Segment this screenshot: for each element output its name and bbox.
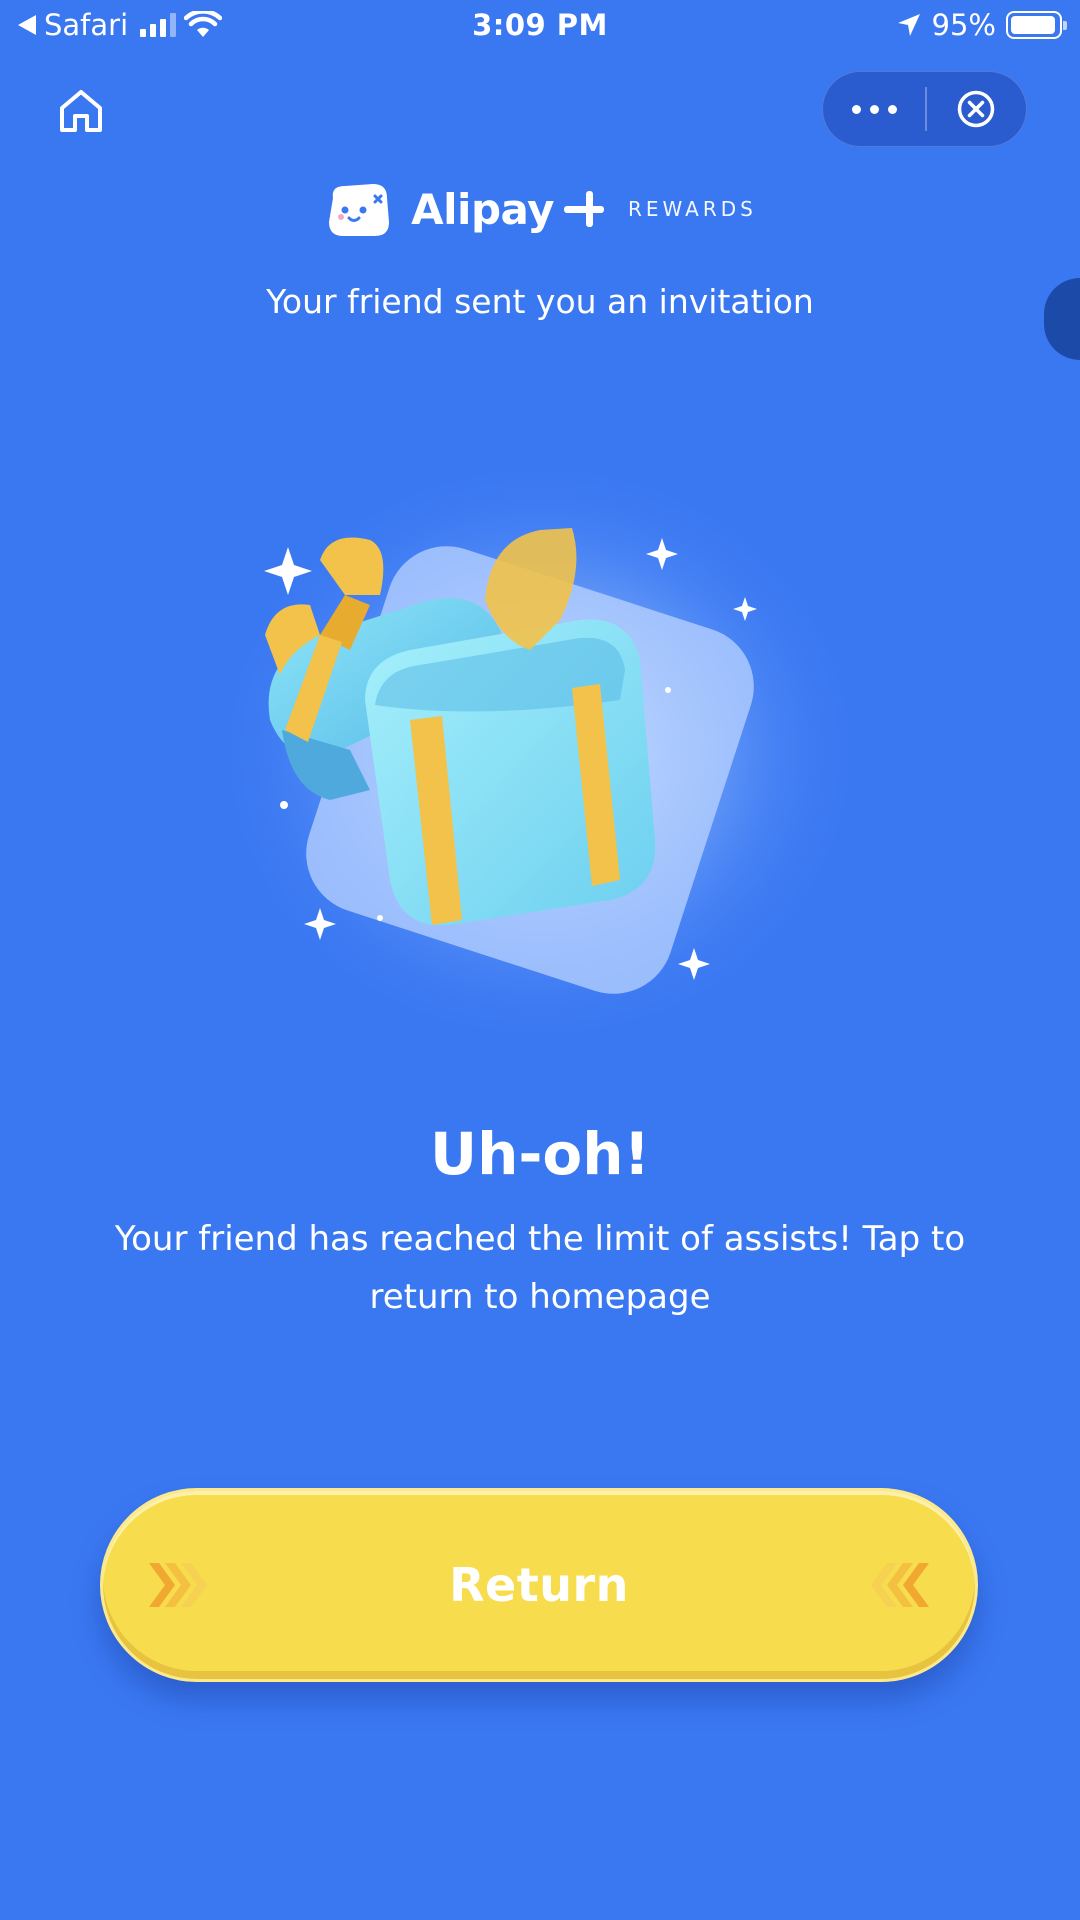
invitation-subtitle: Your friend sent you an invitation — [266, 282, 814, 321]
battery-percent: 95% — [931, 8, 996, 42]
home-icon — [60, 90, 102, 132]
battery-level — [1011, 16, 1055, 34]
brand-tagline: REWARDS — [627, 197, 757, 221]
gift-illustration — [180, 420, 900, 1040]
brand-name: Alipay — [411, 184, 554, 234]
home-button[interactable] — [56, 86, 106, 136]
close-circle-icon — [958, 90, 995, 128]
mini-program-capsule — [822, 71, 1027, 147]
location-arrow-icon — [897, 14, 920, 36]
close-button[interactable] — [927, 72, 1027, 146]
open-gift-box-icon — [210, 440, 870, 1040]
result-title: Uh-oh! — [429, 1120, 651, 1188]
more-button[interactable] — [823, 72, 925, 146]
brand-logo: Alipay REWARDS — [0, 178, 1080, 240]
more-dots-icon — [851, 104, 897, 114]
status-right: 95% — [896, 8, 1067, 42]
result-message: Your friend has reached the limit of ass… — [114, 1219, 966, 1317]
plus-logo-icon — [563, 189, 604, 229]
chevrons-right-icon — [149, 1563, 207, 1607]
return-button[interactable]: Return — [100, 1488, 978, 1682]
chevrons-left-icon — [871, 1563, 929, 1607]
status-bar: Safari 3:09 PM 95% — [0, 0, 1080, 54]
mascot-logo-icon — [329, 184, 390, 236]
return-button-label: Return — [449, 1558, 629, 1612]
battery-icon — [1006, 11, 1067, 39]
